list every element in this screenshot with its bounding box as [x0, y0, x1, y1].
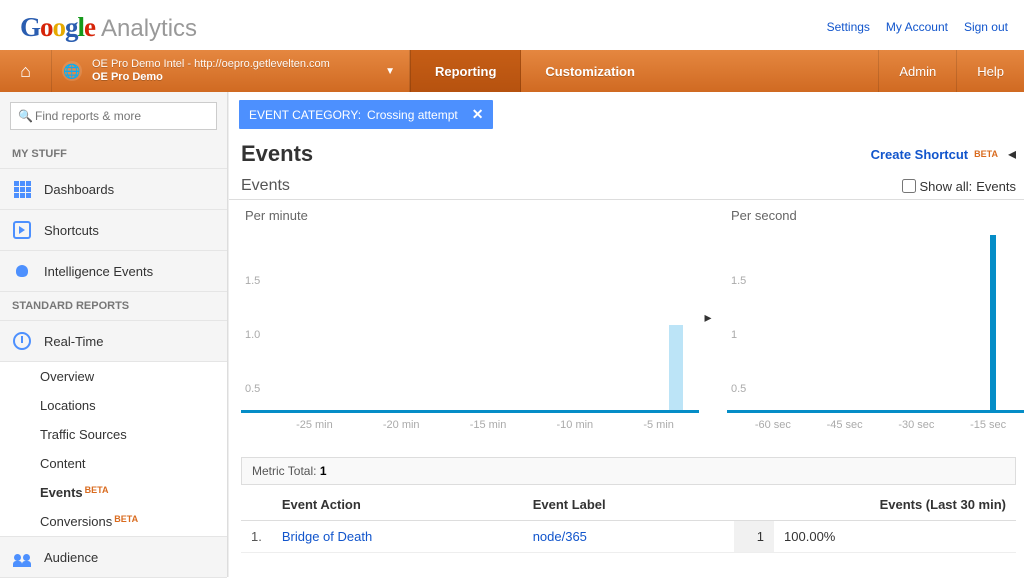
tab-reporting[interactable]: Reporting	[410, 50, 521, 92]
metric-total: Metric Total: 1	[241, 457, 1016, 485]
chart-title: Per second	[727, 204, 1024, 233]
show-all-checkbox[interactable]	[902, 179, 916, 193]
baseline	[241, 410, 699, 413]
sidebar-item-label: Shortcuts	[44, 223, 99, 238]
filter-label: EVENT CATEGORY:	[249, 108, 361, 122]
account-property: OE Pro Demo Intel - http://oepro.getleve…	[92, 58, 330, 71]
event-label-link[interactable]: node/365	[533, 529, 587, 544]
sidebar-item-label: Intelligence Events	[44, 264, 153, 279]
sidebar-item-label: Audience	[44, 550, 98, 565]
my-account-link[interactable]: My Account	[886, 20, 948, 34]
nav-bar: ⌂ 🌐 OE Pro Demo Intel - http://oepro.get…	[0, 50, 1024, 92]
beta-badge: BETA	[974, 149, 998, 159]
sub-traffic[interactable]: Traffic Sources	[0, 420, 227, 449]
analytics-logo-text: Analytics	[101, 15, 197, 43]
chart-area: 1.5 1 0.5	[727, 233, 1024, 413]
col-events-count[interactable]: Events (Last 30 min)	[734, 489, 1016, 521]
chart-per-second: Per second 1.5 1 0.5 -60 sec -45 sec -30…	[727, 204, 1024, 431]
baseline	[727, 410, 1024, 413]
tab-customization[interactable]: Customization	[521, 50, 659, 92]
chart-area: 1.5 1.0 0.5	[241, 233, 699, 413]
shortcuts-icon	[12, 220, 32, 240]
x-axis: -25 min -20 min -15 min -10 min -5 min	[241, 413, 699, 431]
chart-title: Per minute	[241, 204, 699, 233]
account-text: OE Pro Demo Intel - http://oepro.getleve…	[92, 58, 330, 84]
audience-icon	[12, 547, 32, 567]
tab-admin[interactable]: Admin	[878, 50, 956, 92]
dashboards-icon	[12, 179, 32, 199]
chart-per-minute: Per minute 1.5 1.0 0.5 -25 min -20 min -…	[241, 204, 699, 431]
section-standard-reports: STANDARD REPORTS	[0, 292, 227, 321]
home-icon: ⌂	[20, 61, 31, 82]
sub-events[interactable]: EventsBETA	[0, 478, 227, 507]
event-percent: 100.00%	[774, 521, 1016, 553]
caret-down-icon: ▼	[385, 66, 395, 77]
beta-badge: BETA	[85, 485, 109, 495]
table-row: 1. Bridge of Death node/365 1 100.00%	[241, 521, 1016, 553]
show-all-toggle[interactable]: Show all: Events	[902, 179, 1017, 194]
logo[interactable]: Google Analytics	[20, 12, 197, 43]
content: EVENT CATEGORY: Crossing attempt ✕ Event…	[228, 92, 1024, 577]
google-logo: Google	[20, 12, 95, 43]
account-view: OE Pro Demo	[92, 71, 330, 84]
sub-content[interactable]: Content	[0, 449, 227, 478]
row-index: 1.	[241, 521, 272, 553]
sidebar: 🔍 MY STUFF Dashboards Shortcuts Intellig…	[0, 92, 228, 577]
bulb-icon	[12, 261, 32, 281]
section-my-stuff: MY STUFF	[0, 140, 227, 169]
page-title: Events	[241, 141, 313, 167]
realtime-subitems: Overview Locations Traffic Sources Conte…	[0, 362, 227, 537]
events-table: Event Action Event Label Events (Last 30…	[241, 489, 1016, 553]
chart-bar	[669, 325, 683, 410]
sub-overview[interactable]: Overview	[0, 362, 227, 391]
col-event-label[interactable]: Event Label	[523, 489, 734, 521]
sidebar-item-label: Dashboards	[44, 182, 114, 197]
beta-badge: BETA	[114, 514, 138, 524]
realtime-icon	[12, 331, 32, 351]
search-input[interactable]	[10, 102, 217, 130]
sidebar-item-dashboards[interactable]: Dashboards	[0, 169, 227, 210]
filter-chip: EVENT CATEGORY: Crossing attempt ✕	[239, 100, 493, 129]
settings-link[interactable]: Settings	[827, 20, 870, 34]
search-icon: 🔍	[18, 109, 33, 123]
tab-help[interactable]: Help	[956, 50, 1024, 92]
sub-locations[interactable]: Locations	[0, 391, 227, 420]
sidebar-item-intelligence[interactable]: Intelligence Events	[0, 251, 227, 292]
globe-icon: 🌐	[62, 61, 82, 81]
sidebar-item-shortcuts[interactable]: Shortcuts	[0, 210, 227, 251]
top-links: Settings My Account Sign out	[827, 20, 1008, 34]
account-selector[interactable]: 🌐 OE Pro Demo Intel - http://oepro.getle…	[52, 50, 410, 92]
sidebar-item-label: Real-Time	[44, 334, 103, 349]
col-event-action[interactable]: Event Action	[272, 489, 523, 521]
create-shortcut-link[interactable]: Create Shortcut	[871, 147, 969, 162]
sub-conversions[interactable]: ConversionsBETA	[0, 507, 227, 536]
x-axis: -60 sec -45 sec -30 sec -15 sec	[727, 413, 1024, 431]
event-action-link[interactable]: Bridge of Death	[282, 529, 372, 544]
home-button[interactable]: ⌂	[0, 50, 52, 92]
sign-out-link[interactable]: Sign out	[964, 20, 1008, 34]
sidebar-item-realtime[interactable]: Real-Time	[0, 321, 227, 362]
sidebar-item-audience[interactable]: Audience	[0, 537, 227, 578]
share-icon[interactable]: ◂	[1008, 144, 1016, 164]
top-header: Google Analytics Settings My Account Sig…	[0, 0, 1024, 50]
subsection-label: Events	[241, 177, 290, 195]
close-icon[interactable]: ✕	[472, 106, 484, 123]
filter-value: Crossing attempt	[367, 108, 458, 122]
chart-bar	[990, 235, 996, 410]
event-count: 1	[734, 521, 774, 553]
chevron-right-icon[interactable]: ▸	[704, 309, 711, 326]
